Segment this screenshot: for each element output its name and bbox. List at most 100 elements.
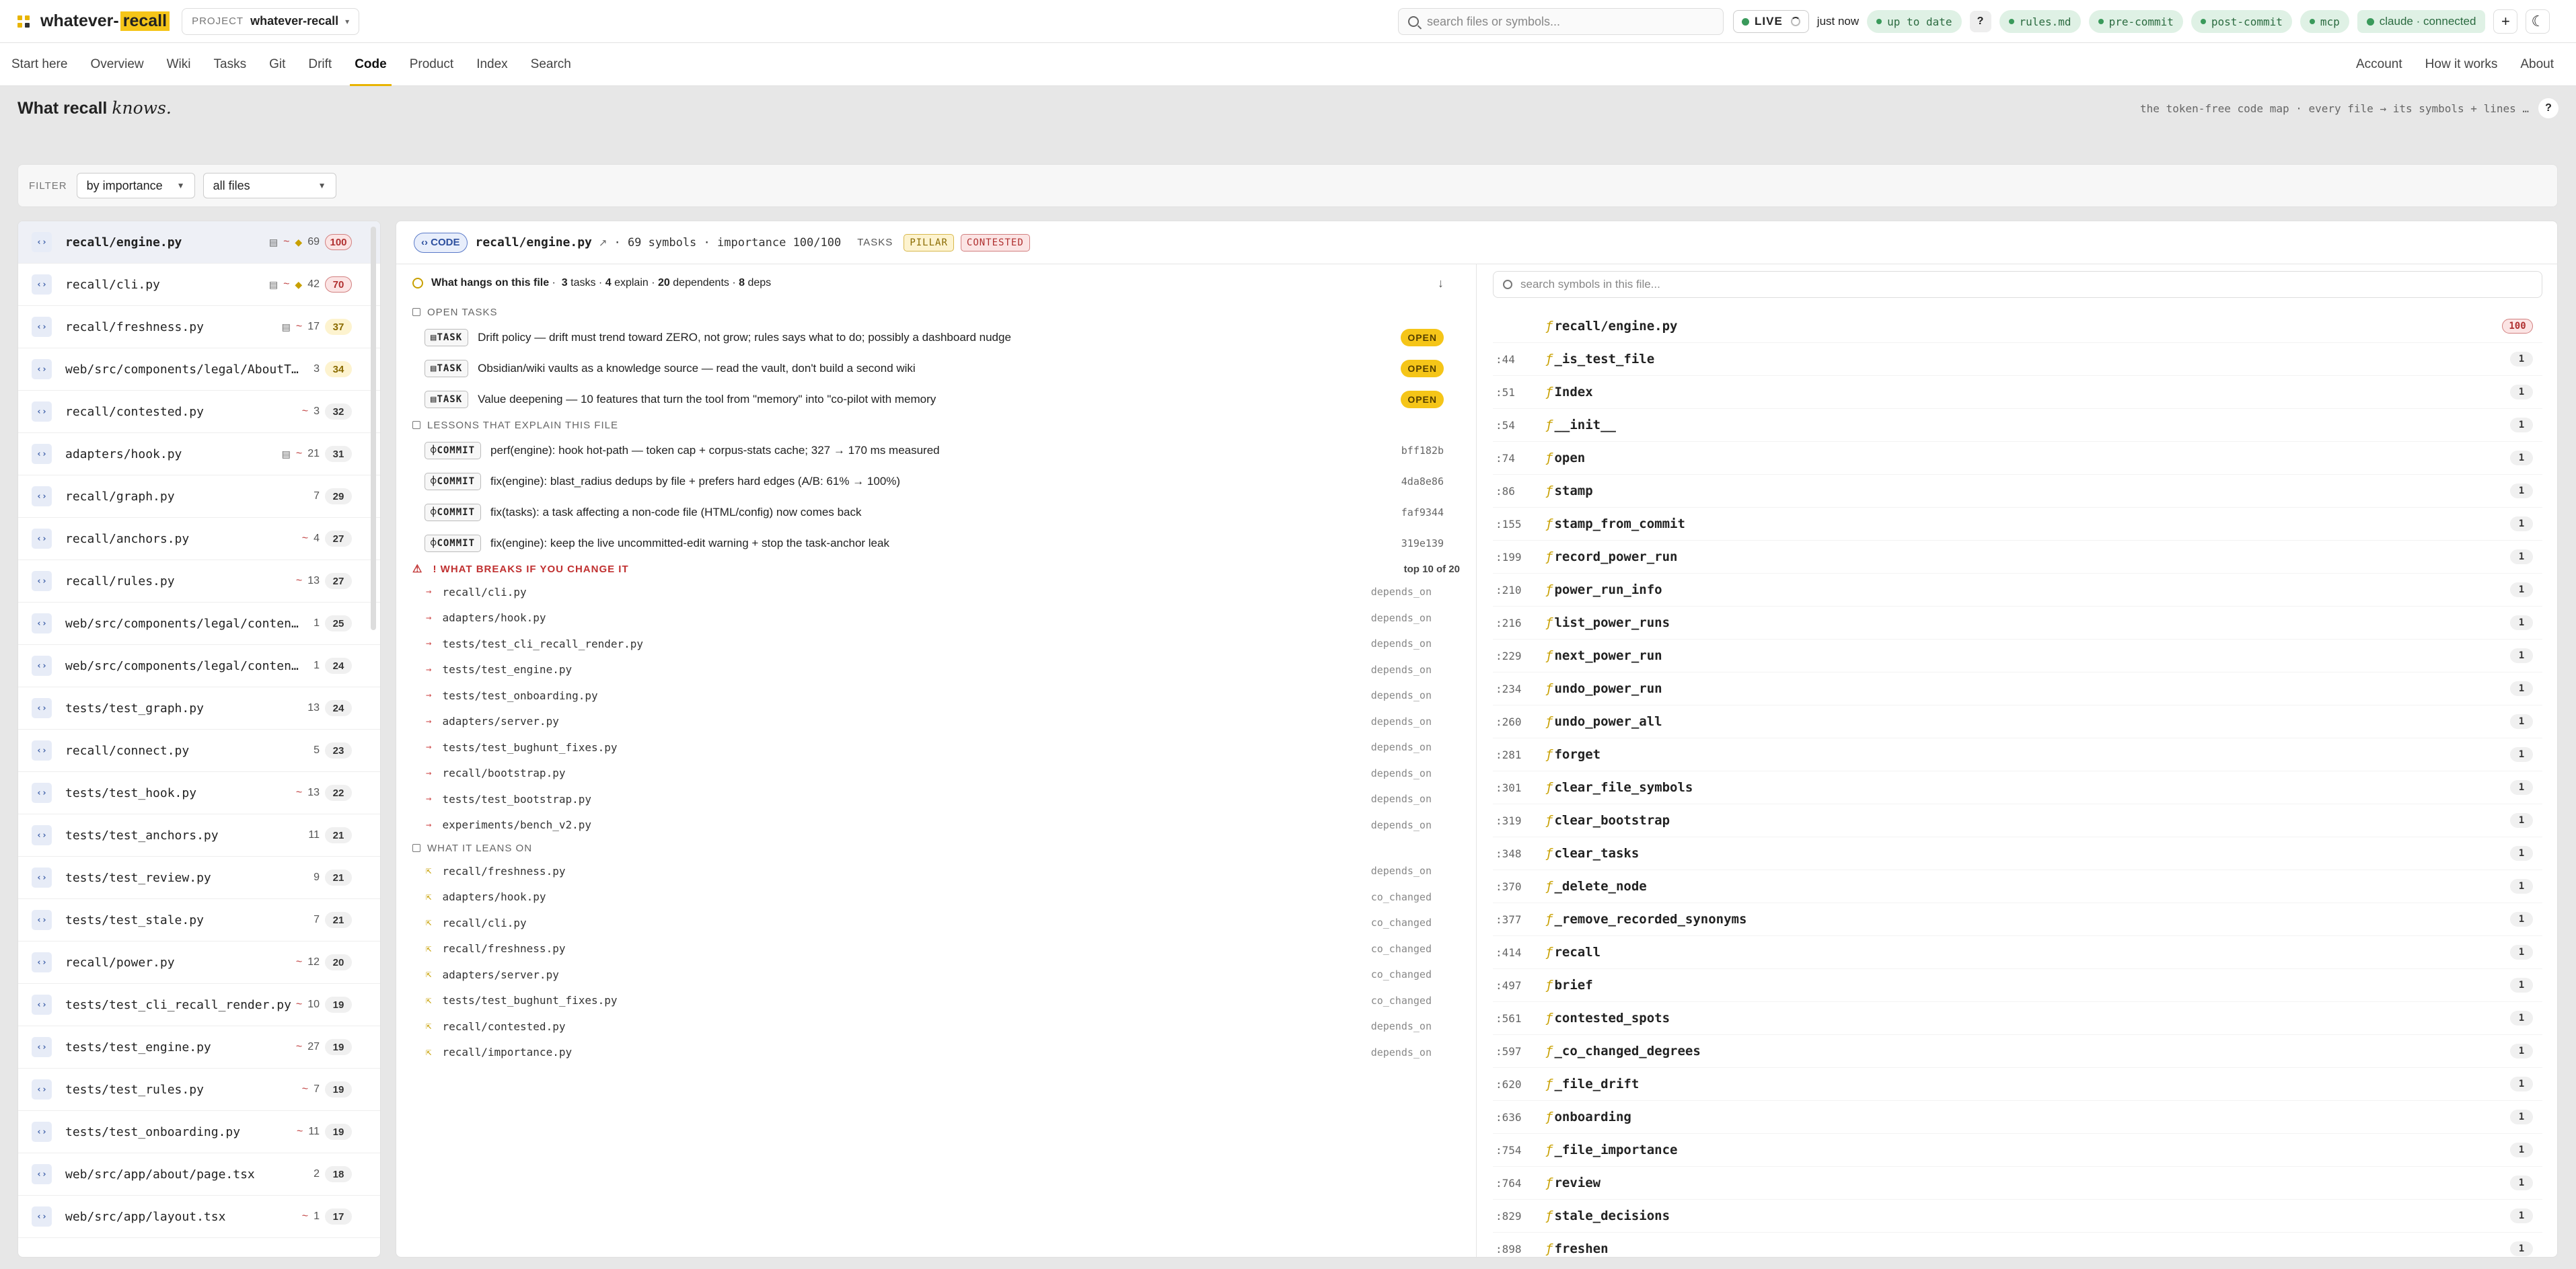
symbol-row[interactable]: :377 ƒ _remove_recorded_synonyms 1 bbox=[1493, 903, 2542, 936]
dependent-row[interactable]: → tests/test_cli_recall_render.py depends_… bbox=[412, 631, 1460, 657]
file-row[interactable]: ‹› recall/power.py ~12 20 bbox=[18, 941, 380, 984]
scope-select[interactable]: all files ▼ bbox=[203, 173, 336, 198]
file-row[interactable]: ‹› recall/engine.py ▤ ~ ◆ 69 100 bbox=[18, 221, 380, 264]
add-button[interactable]: + bbox=[2493, 9, 2518, 34]
dependency-row[interactable]: ⇱ recall/freshness.py depends_on bbox=[412, 858, 1460, 884]
symbol-row[interactable]: :370 ƒ _delete_node 1 bbox=[1493, 870, 2542, 903]
symbol-row[interactable]: :51 ƒ Index 1 bbox=[1493, 376, 2542, 409]
dependency-row[interactable]: ⇱ adapters/server.py co_changed bbox=[412, 962, 1460, 988]
file-row[interactable]: ‹› recall/connect.py 5 23 bbox=[18, 730, 380, 772]
pre-commit-badge[interactable]: pre-commit bbox=[2088, 10, 2183, 33]
symbol-row[interactable]: :597 ƒ _co_changed_degrees 1 bbox=[1493, 1035, 2542, 1068]
hangs-summary[interactable]: What hangs on this file · 3 tasks · 4 ex… bbox=[412, 264, 1460, 302]
external-link-icon[interactable]: ↗ bbox=[599, 237, 608, 249]
symbol-row[interactable]: :155 ƒ stamp_from_commit 1 bbox=[1493, 508, 2542, 541]
file-row[interactable]: ‹› tests/test_hook.py ~13 22 bbox=[18, 772, 380, 814]
symbol-row[interactable]: :301 ƒ clear_file_symbols 1 bbox=[1493, 771, 2542, 804]
theme-toggle[interactable]: ☾ bbox=[2526, 9, 2550, 34]
tab-search[interactable]: Search bbox=[519, 43, 583, 86]
file-row[interactable]: ‹› web/src/app/layout.tsx ~1 17 bbox=[18, 1196, 380, 1238]
tab-product[interactable]: Product bbox=[398, 43, 465, 86]
file-list-scrollbar[interactable] bbox=[371, 227, 376, 630]
task-row[interactable]: ▤ TASK Drift policy — drift must trend to… bbox=[412, 322, 1460, 353]
tab-code[interactable]: Code bbox=[343, 43, 398, 86]
task-row[interactable]: ▤ TASK Obsidian/wiki vaults as a knowledg… bbox=[412, 353, 1460, 384]
tab-git[interactable]: Git bbox=[258, 43, 297, 86]
symbol-row[interactable]: :829 ƒ stale_decisions 1 bbox=[1493, 1200, 2542, 1233]
help-button[interactable]: ? bbox=[1969, 11, 1991, 32]
dependent-row[interactable]: → adapters/hook.py depends_on bbox=[412, 605, 1460, 631]
file-row[interactable]: ‹› web/src/components/legal/content/Im...… bbox=[18, 645, 380, 687]
symbol-row[interactable]: :319 ƒ clear_bootstrap 1 bbox=[1493, 804, 2542, 837]
symbol-row[interactable]: :260 ƒ undo_power_all 1 bbox=[1493, 705, 2542, 738]
collapse-arrow-icon[interactable]: ↓ bbox=[1438, 276, 1444, 291]
symbol-search-input[interactable]: search symbols in this file... bbox=[1493, 271, 2542, 298]
dependent-row[interactable]: → experiments/bench_v2.py depends_on bbox=[412, 812, 1460, 839]
dependency-row[interactable]: ⇱ recall/freshness.py co_changed bbox=[412, 936, 1460, 962]
symbol-row[interactable]: :86 ƒ stamp 1 bbox=[1493, 475, 2542, 508]
commit-row[interactable]: ⌽ COMMIT fix(engine): blast_radius dedups… bbox=[412, 466, 1460, 497]
symbol-row[interactable]: :898 ƒ freshen 1 bbox=[1493, 1233, 2542, 1257]
file-row[interactable]: ‹› web/src/components/legal/AboutTabs.tsx… bbox=[18, 348, 380, 391]
symbol-row[interactable]: :497 ƒ brief 1 bbox=[1493, 969, 2542, 1002]
file-row[interactable]: ‹› recall/freshness.py ▤ ~17 37 bbox=[18, 306, 380, 348]
commit-row[interactable]: ⌽ COMMIT perf(engine): hook hot-path — to… bbox=[412, 435, 1460, 466]
tab-start-here[interactable]: Start here bbox=[0, 43, 79, 86]
global-search-input[interactable]: search files or symbols... bbox=[1398, 8, 1724, 35]
post-commit-badge[interactable]: post-commit bbox=[2191, 10, 2292, 33]
tab-tasks[interactable]: Tasks bbox=[203, 43, 258, 86]
dependent-row[interactable]: → tests/test_bughunt_fixes.py depends_on bbox=[412, 734, 1460, 761]
file-path[interactable]: recall/engine.py bbox=[476, 235, 592, 249]
symbol-row[interactable]: :754 ƒ _file_importance 1 bbox=[1493, 1134, 2542, 1167]
symbol-row[interactable]: :414 ƒ recall 1 bbox=[1493, 936, 2542, 969]
symbol-row[interactable]: :764 ƒ review 1 bbox=[1493, 1167, 2542, 1200]
dependent-row[interactable]: → tests/test_onboarding.py depends_on bbox=[412, 683, 1460, 709]
file-row[interactable]: ‹› tests/test_rules.py ~7 19 bbox=[18, 1069, 380, 1111]
file-row[interactable]: ‹› recall/anchors.py ~4 27 bbox=[18, 518, 380, 560]
symbol-row[interactable]: :234 ƒ undo_power_run 1 bbox=[1493, 672, 2542, 705]
task-row[interactable]: ▤ TASK Value deepening — 10 features that… bbox=[412, 384, 1460, 415]
rules-badge[interactable]: rules.md bbox=[1999, 10, 2081, 33]
nav-link-about[interactable]: About bbox=[2509, 43, 2565, 86]
commit-row[interactable]: ⌽ COMMIT fix(engine): keep the live uncom… bbox=[412, 528, 1460, 559]
dependency-row[interactable]: ⇱ tests/test_bughunt_fixes.py co_changed bbox=[412, 988, 1460, 1014]
file-row[interactable]: ‹› recall/cli.py ▤ ~ ◆ 42 70 bbox=[18, 264, 380, 306]
dependency-row[interactable]: ⇱ adapters/hook.py co_changed bbox=[412, 884, 1460, 911]
project-selector[interactable]: PROJECT whatever-recall ▾ bbox=[182, 7, 360, 35]
up-to-date-badge[interactable]: up to date bbox=[1867, 10, 1962, 33]
dependent-row[interactable]: → tests/test_engine.py depends_on bbox=[412, 657, 1460, 683]
tab-index[interactable]: Index bbox=[465, 43, 519, 86]
file-row[interactable]: ‹› web/src/components/legal/content/Pr...… bbox=[18, 603, 380, 645]
symbol-row[interactable]: :44 ƒ _is_test_file 1 bbox=[1493, 343, 2542, 376]
symbol-row[interactable]: :74 ƒ open 1 bbox=[1493, 442, 2542, 475]
symbol-row[interactable]: :54 ƒ __init__ 1 bbox=[1493, 409, 2542, 442]
file-row[interactable]: ‹› tests/test_review.py 9 21 bbox=[18, 857, 380, 899]
symbol-row[interactable]: :229 ƒ next_power_run 1 bbox=[1493, 640, 2542, 672]
dependent-row[interactable]: → adapters/server.py depends_on bbox=[412, 709, 1460, 735]
mcp-badge[interactable]: mcp bbox=[2299, 10, 2349, 33]
dependent-row[interactable]: → tests/test_bootstrap.py depends_on bbox=[412, 786, 1460, 812]
file-row[interactable]: ‹› web/src/app/about/page.tsx 2 18 bbox=[18, 1153, 380, 1196]
dependency-row[interactable]: ⇱ recall/importance.py depends_on bbox=[412, 1040, 1460, 1066]
symbol-row[interactable]: :210 ƒ power_run_info 1 bbox=[1493, 574, 2542, 607]
nav-link-how-it-works[interactable]: How it works bbox=[2414, 43, 2509, 86]
file-row[interactable]: ‹› tests/test_cli_recall_render.py ~10 19 bbox=[18, 984, 380, 1026]
symbol-row[interactable]: :216 ƒ list_power_runs 1 bbox=[1493, 607, 2542, 640]
sort-select[interactable]: by importance ▼ bbox=[76, 173, 195, 198]
file-row[interactable]: ‹› recall/contested.py ~3 32 bbox=[18, 391, 380, 433]
file-row[interactable]: ‹› tests/test_onboarding.py ~11 19 bbox=[18, 1111, 380, 1153]
claude-connection[interactable]: claude · connected bbox=[2357, 10, 2486, 33]
dependency-row[interactable]: ⇱ recall/contested.py depends_on bbox=[412, 1013, 1460, 1040]
symbol-row[interactable]: :199 ƒ record_power_run 1 bbox=[1493, 541, 2542, 574]
file-row[interactable]: ‹› recall/rules.py ~13 27 bbox=[18, 560, 380, 603]
dependent-row[interactable]: → recall/cli.py depends_on bbox=[412, 579, 1460, 605]
file-row[interactable]: ‹› tests/test_stale.py 7 21 bbox=[18, 899, 380, 941]
file-row[interactable]: ‹› adapters/hook.py ▤ ~21 31 bbox=[18, 433, 380, 475]
tab-overview[interactable]: Overview bbox=[79, 43, 155, 86]
symbol-row[interactable]: :620 ƒ _file_drift 1 bbox=[1493, 1068, 2542, 1101]
symbol-row[interactable]: :348 ƒ clear_tasks 1 bbox=[1493, 837, 2542, 870]
symbol-row[interactable]: ƒ recall/engine.py 100 bbox=[1493, 310, 2542, 343]
commit-row[interactable]: ⌽ COMMIT fix(tasks): a task affecting a n… bbox=[412, 497, 1460, 528]
symbol-row[interactable]: :281 ƒ forget 1 bbox=[1493, 738, 2542, 771]
tab-drift[interactable]: Drift bbox=[297, 43, 343, 86]
